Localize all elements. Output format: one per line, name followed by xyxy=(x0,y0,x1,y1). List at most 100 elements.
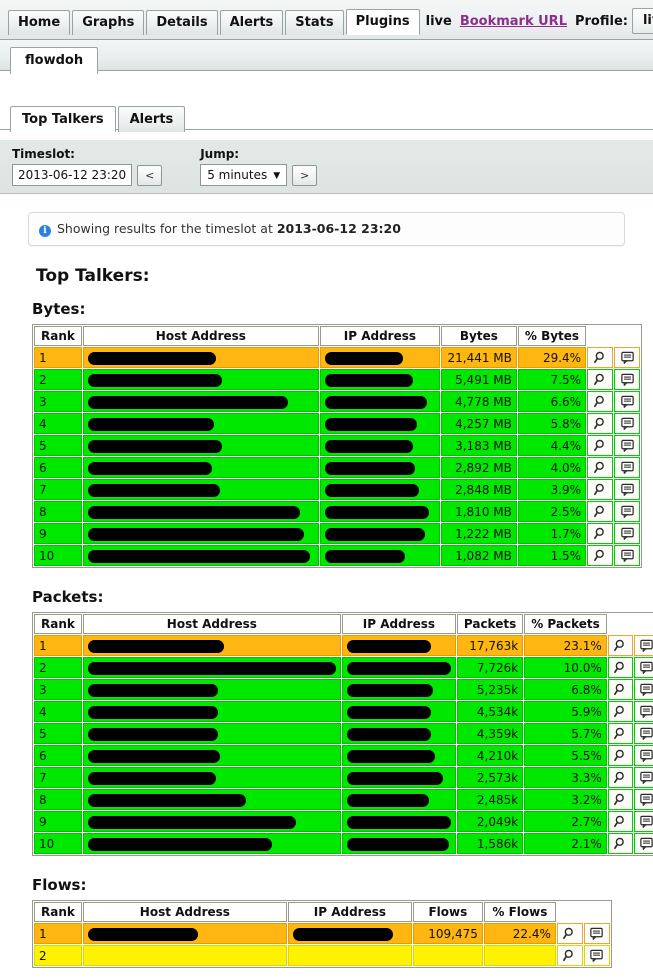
speech-bubble-icon[interactable] xyxy=(614,347,641,368)
speech-bubble-icon[interactable] xyxy=(614,391,641,412)
speech-bubble-icon[interactable] xyxy=(633,657,653,678)
magnifier-icon[interactable] xyxy=(556,923,583,944)
cell-bytes-value: 5,491 MB xyxy=(440,369,517,390)
speech-bubble-icon[interactable] xyxy=(614,501,641,522)
profile-dropdown[interactable]: live▼ xyxy=(631,8,653,34)
column-header-rank: Rank xyxy=(34,326,82,346)
table-row[interactable]: 3 4,778 MB 6.6% xyxy=(34,391,641,412)
magnifier-icon[interactable] xyxy=(607,723,633,744)
magnifier-icon[interactable] xyxy=(587,391,614,412)
nav-tab-graphs[interactable]: Graphs xyxy=(72,10,145,35)
table-row[interactable]: 6 2,892 MB 4.0% xyxy=(34,457,641,478)
table-row[interactable]: 4 4,257 MB 5.8% xyxy=(34,413,641,434)
redaction-bar xyxy=(324,439,413,453)
timeslot-input[interactable]: 2013-06-12 23:20 xyxy=(12,164,133,186)
magnifier-icon[interactable] xyxy=(607,701,633,722)
magnifier-icon[interactable] xyxy=(607,635,633,656)
speech-bubble-icon[interactable] xyxy=(614,479,641,500)
speech-bubble-icon[interactable] xyxy=(633,701,653,722)
subtab-top-talkers[interactable]: Top Talkers xyxy=(10,106,116,132)
cell-host-address xyxy=(82,347,319,368)
table-row[interactable]: 1 17,763k 23.1% xyxy=(34,635,653,656)
table-row[interactable]: 6 4,210k 5.5% xyxy=(34,745,653,766)
magnifier-icon[interactable] xyxy=(556,945,583,966)
table-row[interactable]: 5 4,359k 5.7% xyxy=(34,723,653,744)
magnifier-icon[interactable] xyxy=(587,479,614,500)
magnifier-icon[interactable] xyxy=(607,657,633,678)
nav-tab-alerts[interactable]: Alerts xyxy=(219,10,284,35)
magnifier-icon[interactable] xyxy=(607,679,633,700)
subtab-alerts[interactable]: Alerts xyxy=(117,106,186,132)
table-row[interactable]: 8 2,485k 3.2% xyxy=(34,789,653,810)
magnifier-icon[interactable] xyxy=(587,501,614,522)
bookmark-url-link[interactable]: Bookmark URL xyxy=(456,10,571,34)
nav-tab-stats[interactable]: Stats xyxy=(285,10,344,35)
cell-packets-percent: 2.7% xyxy=(524,811,607,832)
table-row[interactable]: 2 5,491 MB 7.5% xyxy=(34,369,641,390)
magnifier-icon[interactable] xyxy=(587,413,614,434)
magnifier-icon[interactable] xyxy=(607,833,633,854)
speech-bubble-icon[interactable] xyxy=(614,435,641,456)
table-row[interactable]: 2 xyxy=(34,945,610,966)
cell-rank: 9 xyxy=(34,523,82,544)
table-row[interactable]: 7 2,573k 3.3% xyxy=(34,767,653,788)
magnifier-icon[interactable] xyxy=(607,789,633,810)
speech-bubble-icon[interactable] xyxy=(614,545,641,566)
speech-bubble-icon[interactable] xyxy=(583,945,610,966)
column-header-flows: Flows xyxy=(412,902,483,922)
cell-packets-percent: 10.0% xyxy=(524,657,607,678)
redaction-bar xyxy=(346,683,433,697)
table-row[interactable]: 2 7,726k 10.0% xyxy=(34,657,653,678)
table-row[interactable]: 9 2,049k 2.7% xyxy=(34,811,653,832)
speech-bubble-icon[interactable] xyxy=(633,789,653,810)
cell-packets-percent: 5.7% xyxy=(524,723,607,744)
top-talkers-table-packets: Rank Host Address IP Address Packets% Packe… xyxy=(32,612,653,856)
timeslot-next-button[interactable]: > xyxy=(292,164,318,186)
chevron-down-icon: ▼ xyxy=(273,171,281,181)
speech-bubble-icon[interactable] xyxy=(583,923,610,944)
redaction-bar xyxy=(346,705,431,719)
table-row[interactable]: 7 2,848 MB 3.9% xyxy=(34,479,641,500)
speech-bubble-icon[interactable] xyxy=(633,723,653,744)
magnifier-icon[interactable] xyxy=(607,745,633,766)
redaction-bar xyxy=(346,639,431,653)
speech-bubble-icon[interactable] xyxy=(614,457,641,478)
table-row[interactable]: 1 109,475 22.4% xyxy=(34,923,610,944)
speech-bubble-icon[interactable] xyxy=(614,523,641,544)
table-row[interactable]: 10 1,586k 2.1% xyxy=(34,833,653,854)
magnifier-icon[interactable] xyxy=(587,435,614,456)
cell-ip-address xyxy=(341,789,456,810)
speech-bubble-icon[interactable] xyxy=(614,413,641,434)
speech-bubble-icon[interactable] xyxy=(633,745,653,766)
timeslot-prev-button[interactable]: < xyxy=(137,164,163,186)
table-row[interactable]: 3 5,235k 6.8% xyxy=(34,679,653,700)
plugin-tab-flowdoh[interactable]: flowdoh xyxy=(10,47,99,74)
plugin-tabbar: flowdoh xyxy=(0,40,653,74)
speech-bubble-icon[interactable] xyxy=(633,833,653,854)
nav-tab-details[interactable]: Details xyxy=(146,10,218,35)
magnifier-icon[interactable] xyxy=(607,767,633,788)
table-row[interactable]: 4 4,534k 5.9% xyxy=(34,701,653,722)
table-row[interactable]: 8 1,810 MB 2.5% xyxy=(34,501,641,522)
table-row[interactable]: 9 1,222 MB 1.7% xyxy=(34,523,641,544)
magnifier-icon[interactable] xyxy=(587,347,614,368)
table-row[interactable]: 5 3,183 MB 4.4% xyxy=(34,435,641,456)
speech-bubble-icon[interactable] xyxy=(614,369,641,390)
speech-bubble-icon[interactable] xyxy=(633,679,653,700)
magnifier-icon[interactable] xyxy=(587,545,614,566)
magnifier-icon[interactable] xyxy=(587,369,614,390)
magnifier-icon[interactable] xyxy=(607,811,633,832)
speech-bubble-icon[interactable] xyxy=(633,811,653,832)
jump-interval-dropdown[interactable]: ▼ 5 minutes xyxy=(200,164,288,186)
nav-tab-plugins[interactable]: Plugins xyxy=(345,9,420,35)
table-row[interactable]: 1 21,441 MB 29.4% xyxy=(34,347,641,368)
speech-bubble-icon[interactable] xyxy=(633,635,653,656)
magnifier-icon[interactable] xyxy=(587,457,614,478)
redaction-bar xyxy=(324,417,417,431)
table-row[interactable]: 10 1,082 MB 1.5% xyxy=(34,545,641,566)
magnifier-icon[interactable] xyxy=(587,523,614,544)
cell-flows-value: 109,475 xyxy=(412,923,483,944)
cell-host-address xyxy=(82,767,341,788)
nav-tab-home[interactable]: Home xyxy=(8,10,71,35)
speech-bubble-icon[interactable] xyxy=(633,767,653,788)
